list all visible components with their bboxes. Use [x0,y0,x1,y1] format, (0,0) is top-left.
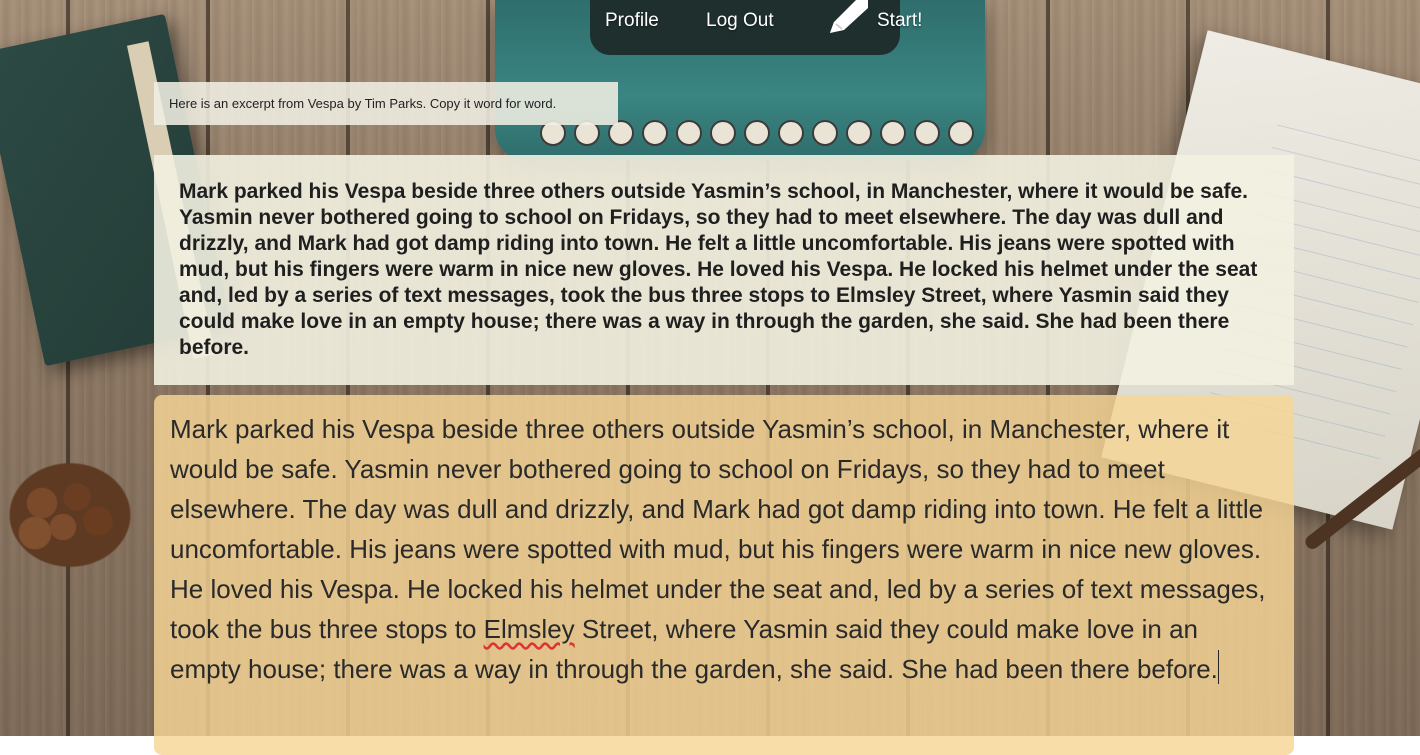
typewriter-key [676,120,702,146]
excerpt-text: Mark parked his Vespa beside three other… [179,180,1258,359]
typewriter-key [778,120,804,146]
instruction-box: Here is an excerpt from Vespa by Tim Par… [154,82,618,125]
misspelled-word: Elmsley [483,614,575,644]
typewriter-key [846,120,872,146]
typewriter-key [744,120,770,146]
typed-text-before: Mark parked his Vespa beside three other… [170,414,1266,644]
typewriter-key [710,120,736,146]
excerpt-box: Mark parked his Vespa beside three other… [154,155,1294,385]
typing-area[interactable]: Mark parked his Vespa beside three other… [154,395,1294,755]
typed-text: Mark parked his Vespa beside three other… [170,414,1266,684]
instruction-text: Here is an excerpt from Vespa by Tim Par… [169,96,557,111]
pinecone-decoration [0,455,140,575]
profile-link[interactable]: Profile [605,10,659,32]
typewriter-key [948,120,974,146]
text-caret [1217,650,1219,684]
typewriter-key [914,120,940,146]
typewriter-key [880,120,906,146]
top-nav: Profile Log Out Start! [0,0,1420,46]
logout-link[interactable]: Log Out [706,10,774,32]
pencil-icon[interactable] [826,0,872,36]
typewriter-key [812,120,838,146]
typewriter-key [642,120,668,146]
start-link[interactable]: Start! [877,10,922,32]
